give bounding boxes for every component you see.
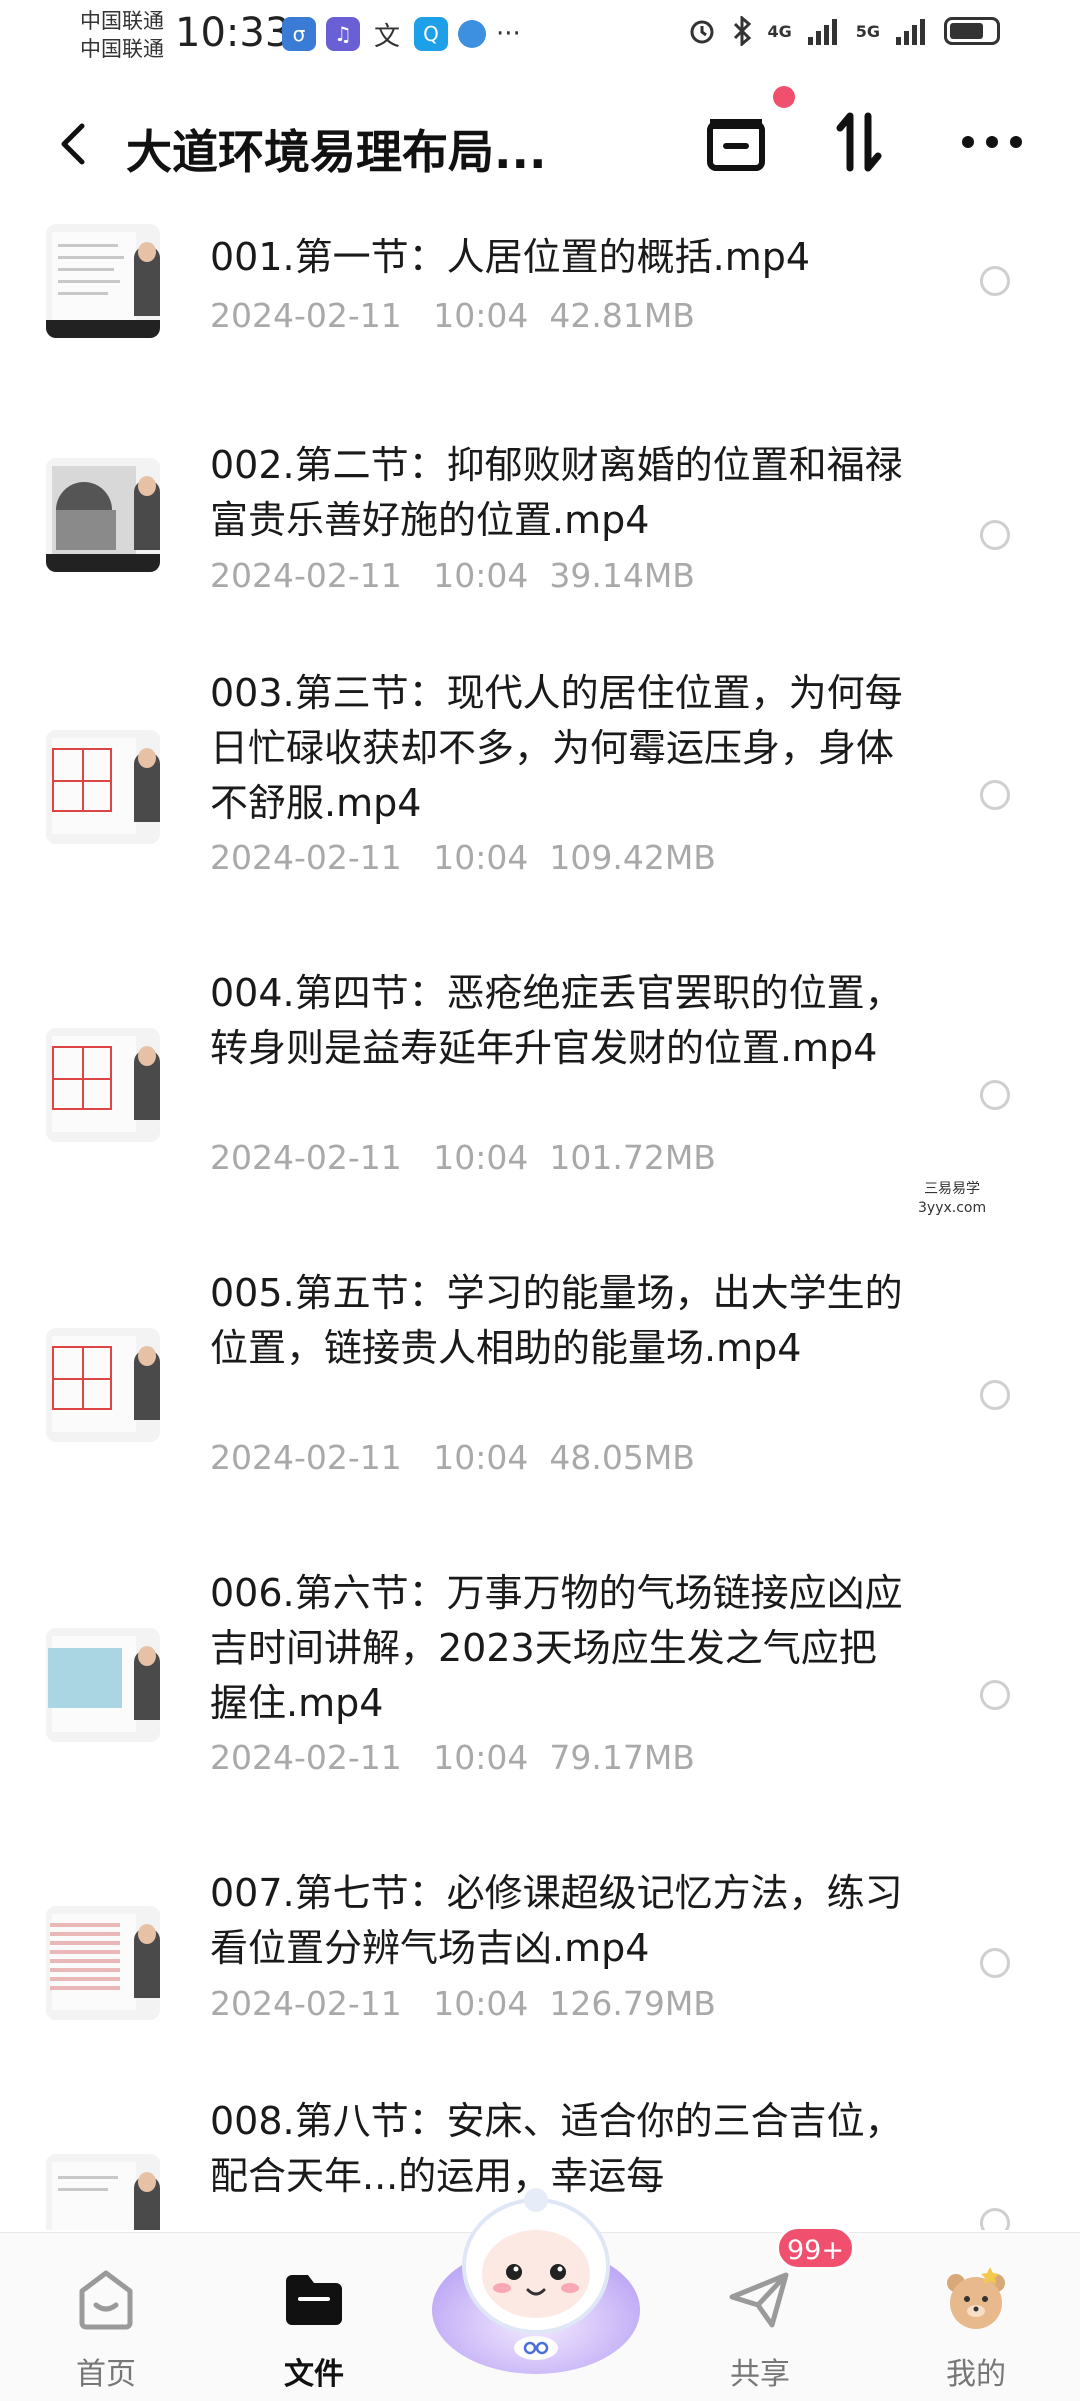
file-name: 001.第一节：人居位置的概括.mp4 <box>210 235 811 279</box>
bluetooth-icon <box>734 16 752 46</box>
select-radio[interactable] <box>980 520 1010 550</box>
video-thumbnail <box>46 1028 160 1142</box>
file-meta: 2024-02-11 10:04 48.05MB <box>210 1438 695 1477</box>
network-type: 4G <box>767 21 792 41</box>
network-type: 5G <box>855 21 880 41</box>
file-time: 10:04 <box>433 556 529 595</box>
translate-icon: 文 <box>373 21 400 52</box>
video-thumbnail <box>46 458 160 572</box>
file-date: 2024-02-11 <box>210 556 402 595</box>
share-badge: 99+ <box>776 2226 855 2270</box>
video-thumbnail <box>46 224 160 338</box>
carrier-label: 中国联通 <box>80 9 164 33</box>
file-name: 006.第六节：万事万物的气场链接应凶应吉时间讲解，2023天场应生发之气应把握… <box>210 1571 903 1725</box>
signal-icon <box>807 19 837 45</box>
file-meta: 2024-02-11 10:04 79.17MB <box>210 1738 695 1777</box>
sort-button[interactable] <box>820 102 900 182</box>
file-size: 39.14MB <box>549 556 695 595</box>
carrier-label: 中国联通 <box>80 37 164 61</box>
file-name: 004.第四节：恶疮绝症丢官罢职的位置，转身则是益寿延年升官发财的位置.mp4 <box>210 971 903 1070</box>
notification-dot <box>773 86 795 108</box>
signal-icon <box>896 19 925 45</box>
select-radio[interactable] <box>980 1080 1010 1110</box>
back-button[interactable] <box>48 108 100 178</box>
browser-icon <box>458 20 486 48</box>
system-status: 4G 5G <box>687 16 1000 46</box>
search-app-icon: Q <box>414 17 448 51</box>
select-radio[interactable] <box>980 1948 1010 1978</box>
video-thumbnail <box>46 1328 160 1442</box>
select-radio[interactable] <box>980 1680 1010 1710</box>
send-icon <box>729 2272 789 2328</box>
file-time: 10:04 <box>433 1438 529 1477</box>
file-meta: 2024-02-11 10:04 109.42MB <box>210 838 716 877</box>
file-meta: 2024-02-11 10:04 101.72MB <box>210 1138 716 1177</box>
top-bar: 大道环境易理布局... <box>0 86 1080 202</box>
file-size: 79.17MB <box>549 1738 695 1777</box>
watermark: 三易易学 3yyx.com <box>918 1181 987 1216</box>
box-icon <box>707 119 765 171</box>
video-thumbnail <box>46 730 160 844</box>
more-notifications-icon: ··· <box>496 19 521 49</box>
file-date: 2024-02-11 <box>210 296 402 335</box>
file-meta: 2024-02-11 10:04 42.81MB <box>210 296 695 335</box>
file-meta: 2024-02-11 10:04 39.14MB <box>210 556 695 595</box>
assistant-mascot-button[interactable] <box>426 2170 646 2380</box>
battery-icon <box>944 17 1000 45</box>
select-radio[interactable] <box>980 780 1010 810</box>
nav-home[interactable]: 首页 <box>36 2233 176 2401</box>
robot-mascot-icon <box>432 2188 640 2374</box>
file-name: 002.第二节：抑郁败财离婚的位置和福禄富贵乐善好施的位置.mp4 <box>210 443 903 542</box>
folder-title: 大道环境易理布局... <box>126 125 547 179</box>
file-date: 2024-02-11 <box>210 1738 402 1777</box>
file-time: 10:04 <box>433 1138 529 1177</box>
home-icon <box>79 2270 133 2330</box>
file-date: 2024-02-11 <box>210 1438 402 1477</box>
sort-icon <box>836 112 882 172</box>
bear-avatar-icon <box>947 2267 1005 2329</box>
select-radio[interactable] <box>980 2208 1010 2230</box>
nav-files[interactable]: 文件 <box>244 2233 384 2401</box>
video-thumbnail <box>46 1906 160 2020</box>
select-radio[interactable] <box>980 266 1010 296</box>
more-icon <box>962 136 1022 148</box>
nav-label: 首页 <box>76 2357 136 2392</box>
video-thumbnail <box>46 2154 160 2230</box>
file-time: 10:04 <box>433 1738 529 1777</box>
file-name: 003.第三节：现代人的居住位置，为何每日忙碌收获却不多，为何霉运压身，身体不舒… <box>210 671 903 825</box>
nav-mine[interactable]: 我的 <box>906 2233 1046 2401</box>
alarm-icon <box>690 20 714 44</box>
more-button[interactable] <box>952 102 1032 182</box>
music-icon: ♫ <box>326 17 360 51</box>
file-size: 126.79MB <box>549 1984 716 2023</box>
clock: 10:33 <box>175 10 291 56</box>
notification-icons: σ ♫ 文 Q ··· <box>282 17 521 52</box>
file-time: 10:04 <box>433 296 529 335</box>
transfer-list-button[interactable] <box>696 102 776 182</box>
chevron-left-icon <box>61 123 85 165</box>
file-time: 10:04 <box>433 1984 529 2023</box>
select-radio[interactable] <box>980 1380 1010 1410</box>
file-size: 101.72MB <box>549 1138 716 1177</box>
app-notification-icon: σ <box>282 17 316 51</box>
video-thumbnail <box>46 1628 160 1742</box>
status-bar: 中国联通 中国联通 10:33 σ ♫ 文 Q ··· 4G 5G <box>0 0 1080 70</box>
nav-label: 共享 <box>730 2357 790 2392</box>
file-name: 007.第七节：必修课超级记忆方法，练习看位置分辨气场吉凶.mp4 <box>210 1871 903 1970</box>
file-date: 2024-02-11 <box>210 838 402 877</box>
file-list: 001.第一节：人居位置的概括.mp4 2024-02-11 10:04 42.… <box>0 210 1080 2230</box>
file-date: 2024-02-11 <box>210 1984 402 2023</box>
file-time: 10:04 <box>433 838 529 877</box>
nav-label: 文件 <box>284 2357 344 2392</box>
file-size: 42.81MB <box>549 296 695 335</box>
nav-label: 我的 <box>946 2357 1006 2392</box>
folder-icon <box>286 2275 342 2325</box>
file-size: 109.42MB <box>549 838 716 877</box>
file-size: 48.05MB <box>549 1438 695 1477</box>
file-name: 005.第五节：学习的能量场，出大学生的位置，链接贵人相助的能量场.mp4 <box>210 1271 903 1370</box>
file-date: 2024-02-11 <box>210 1138 402 1177</box>
file-meta: 2024-02-11 10:04 126.79MB <box>210 1984 716 2023</box>
